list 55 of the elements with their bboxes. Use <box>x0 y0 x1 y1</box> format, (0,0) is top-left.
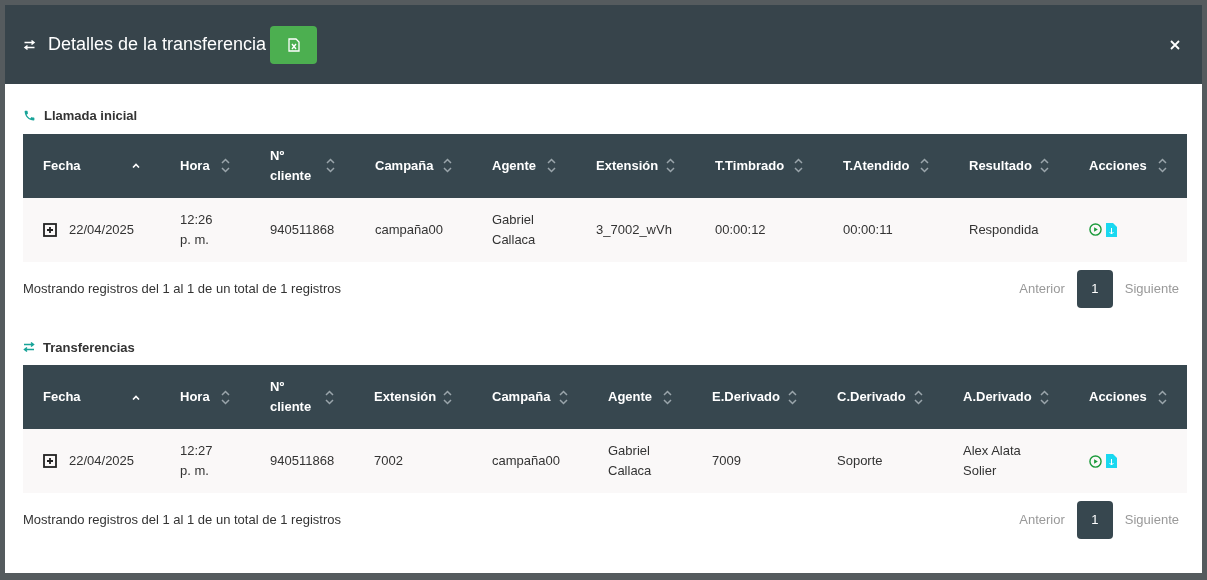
table-cell-text: 7009 <box>712 452 741 470</box>
table-cell-text: 22/04/2025 <box>69 220 135 239</box>
column-header[interactable]: Nº cliente <box>250 133 355 198</box>
table-cell-text: 12:26 p. m. <box>180 210 214 249</box>
table-cell-text: Respondida <box>969 220 1039 239</box>
column-header[interactable]: Fecha <box>23 365 160 429</box>
table-cell-text: 12:27 p. m. <box>180 442 214 480</box>
table-cell-text: 00:00:11 <box>843 220 893 239</box>
expand-icon[interactable] <box>43 454 57 468</box>
page-button[interactable]: 1 <box>1076 501 1113 539</box>
table-cell-text: campaña00 <box>375 220 443 239</box>
table-cell-text: 22/04/2025 <box>69 452 135 470</box>
column-header[interactable]: C.Derivado <box>817 365 943 429</box>
close-icon[interactable] <box>1170 39 1180 50</box>
table-cell-text: 940511868 <box>270 452 335 470</box>
table-cell-text: 940511868 <box>270 220 335 239</box>
exchange-icon <box>23 341 35 354</box>
excel-file-icon <box>287 37 300 52</box>
column-header[interactable]: Hora <box>160 365 250 429</box>
play-icon[interactable] <box>1089 454 1102 468</box>
records-info: Mostrando registros del 1 al 1 de un total de 1 registros <box>23 511 341 530</box>
column-header[interactable]: E.Derivado <box>692 365 817 429</box>
table-cell-text: Gabriel Callaca <box>492 210 537 249</box>
page-button[interactable]: 1 <box>1076 269 1113 308</box>
records-info: Mostrando registros del 1 al 1 de un total de 1 registros <box>23 279 341 298</box>
play-icon[interactable] <box>1089 223 1102 236</box>
column-header[interactable]: T.Timbrado <box>695 133 823 198</box>
column-header[interactable]: Hora <box>160 133 250 198</box>
section-title: Llamada inicial <box>44 107 138 125</box>
column-header[interactable]: T.Atendido <box>823 133 949 198</box>
column-header[interactable]: Campaña <box>472 365 588 429</box>
section-title: Transferencias <box>43 338 135 357</box>
exchange-icon <box>23 38 36 51</box>
column-header[interactable]: Resultado <box>949 133 1069 198</box>
column-header[interactable]: Agente <box>588 365 692 429</box>
column-header[interactable]: A.Derivado <box>943 365 1069 429</box>
table-cell-text: 00:00:12 <box>715 220 766 239</box>
column-header[interactable]: Acciones <box>1069 365 1187 429</box>
table-cell-text: Gabriel Callaca <box>608 442 653 480</box>
column-header[interactable]: Extensión <box>354 365 472 429</box>
phone-icon <box>23 109 36 123</box>
column-header[interactable]: Extensión <box>576 133 695 198</box>
table-cell-text: Soporte <box>837 452 883 470</box>
column-header[interactable]: Agente <box>472 133 576 198</box>
table-cell-text: 3_7002_wVh <box>596 220 672 239</box>
expand-icon[interactable] <box>43 222 57 237</box>
column-header[interactable]: Acciones <box>1069 133 1187 198</box>
table-cell-text: campaña00 <box>492 452 560 470</box>
modal-title: Detalles de la transferencia <box>48 33 267 56</box>
column-header[interactable]: Fecha <box>23 133 160 198</box>
table-cell-text: Alex Alata Solier <box>963 442 1022 480</box>
excel-export-button[interactable] <box>270 25 318 64</box>
table-cell-text: 7002 <box>374 452 403 470</box>
column-header[interactable]: Nº cliente <box>250 365 354 429</box>
column-header[interactable]: Campaña <box>355 133 472 198</box>
